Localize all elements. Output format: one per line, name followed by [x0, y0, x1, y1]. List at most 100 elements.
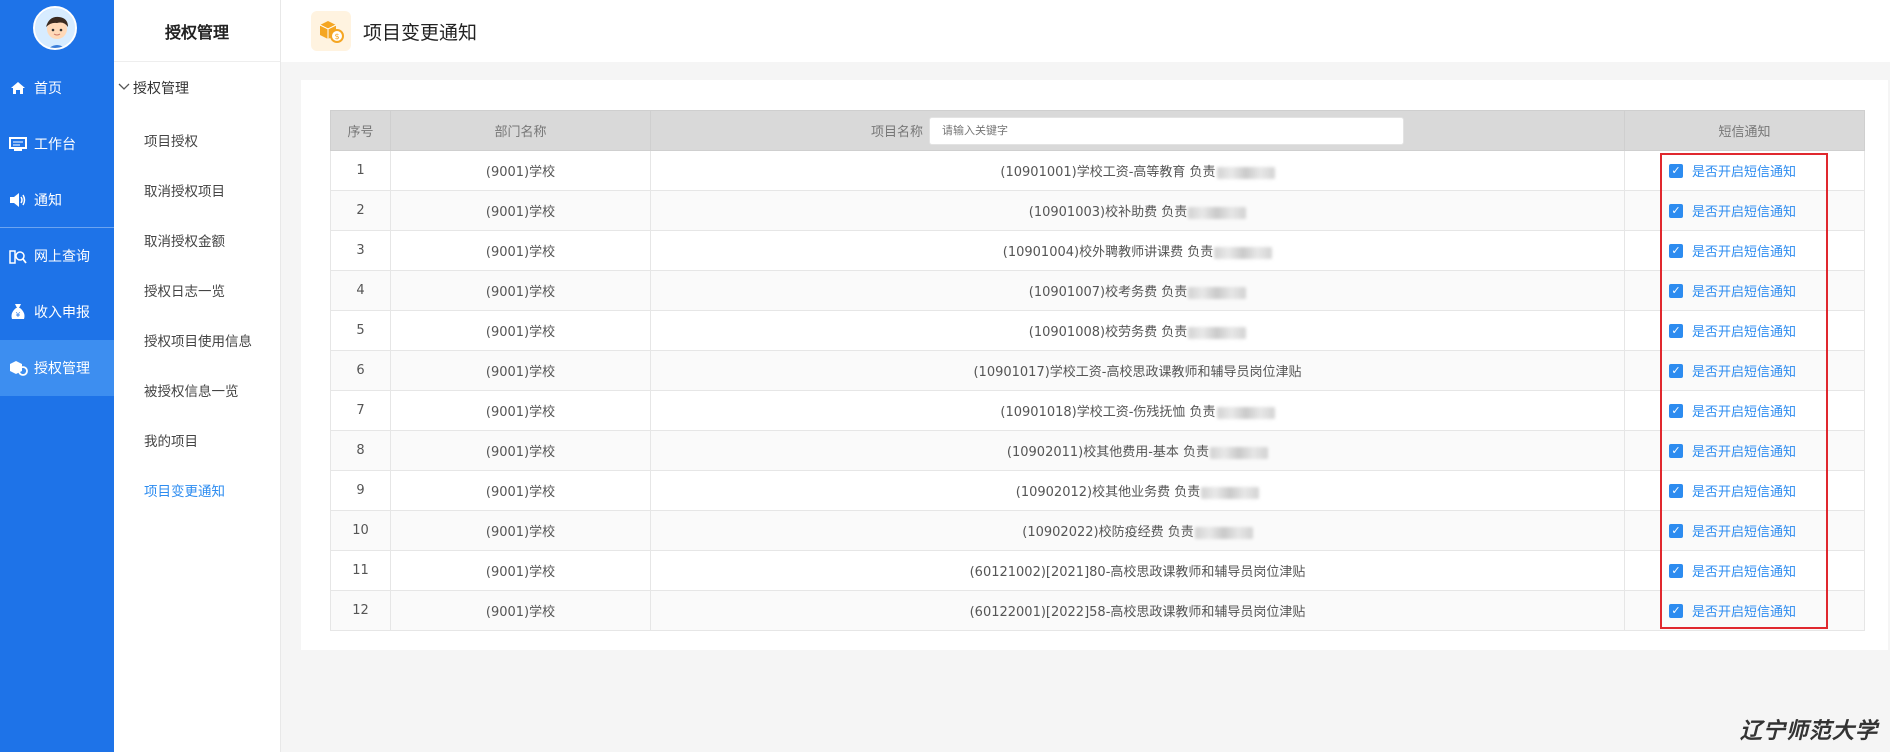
- redacted-name: [1216, 166, 1275, 179]
- redacted-name: [1188, 206, 1247, 219]
- submenu-item-auth-usage[interactable]: 授权项目使用信息: [144, 330, 252, 350]
- table-row: 11 (9001)学校 (60121002)[2021]80-高校思政课教师和辅导员…: [330, 550, 1865, 591]
- table-row: 10 (9001)学校 (10902022)校防疫经费 负责 ✓ 是否开启短信通知: [330, 510, 1865, 551]
- cell-sms: ✓ 是否开启短信通知: [1624, 590, 1865, 631]
- cell-index: 7: [330, 390, 391, 431]
- nav-item-label: 网上查询: [34, 249, 90, 265]
- col-header-sms: 短信通知: [1624, 110, 1865, 151]
- cell-dept: (9001)学校: [390, 550, 651, 591]
- cell-project: (10901003)校补助费 负责: [650, 190, 1625, 231]
- sms-checkbox[interactable]: ✓: [1669, 603, 1683, 618]
- sms-checkbox[interactable]: ✓: [1669, 163, 1683, 178]
- redacted-name: [1214, 246, 1273, 259]
- table-row: 12 (9001)学校 (60122001)[2022]58-高校思政课教师和辅导员…: [330, 590, 1865, 631]
- nav-item-query[interactable]: 网上查询: [0, 228, 114, 284]
- project-name: (10901008)校劳务费 负责: [1028, 325, 1188, 340]
- cell-project: (60122001)[2022]58-高校思政课教师和辅导员岗位津贴: [650, 590, 1625, 631]
- cell-dept: (9001)学校: [390, 350, 651, 391]
- cell-sms: ✓ 是否开启短信通知: [1624, 550, 1865, 591]
- submenu-item-auth-log[interactable]: 授权日志一览: [144, 280, 225, 300]
- cell-project: (10902022)校防疫经费 负责: [650, 510, 1625, 551]
- project-name: (10901001)学校工资-高等教育 负责: [1000, 165, 1216, 180]
- table-row: 7 (9001)学校 (10901018)学校工资-伤残抚恤 负责 ✓ 是否开启短信通知: [330, 390, 1865, 431]
- sms-checkbox[interactable]: ✓: [1669, 243, 1683, 258]
- redacted-name: [1188, 326, 1247, 339]
- cell-sms: ✓ 是否开启短信通知: [1624, 430, 1865, 471]
- cell-sms: ✓ 是否开启短信通知: [1624, 270, 1865, 311]
- submenu-item-authorized-info[interactable]: 被授权信息一览: [144, 380, 239, 400]
- project-name: (60121002)[2021]80-高校思政课教师和辅导员岗位津贴: [969, 565, 1306, 580]
- sms-checkbox-label[interactable]: 是否开启短信通知: [1692, 361, 1796, 380]
- sms-checkbox-label[interactable]: 是否开启短信通知: [1692, 561, 1796, 580]
- sms-checkbox[interactable]: ✓: [1669, 443, 1683, 458]
- nav-item-label: 首页: [34, 81, 62, 97]
- sms-checkbox[interactable]: ✓: [1669, 563, 1683, 578]
- sms-checkbox[interactable]: ✓: [1669, 483, 1683, 498]
- sms-checkbox-label[interactable]: 是否开启短信通知: [1692, 601, 1796, 620]
- watermark-logo-text: 辽宁师范大学: [1740, 719, 1879, 744]
- sms-checkbox[interactable]: ✓: [1669, 363, 1683, 378]
- submenu-group-header[interactable]: 授权管理: [118, 78, 189, 98]
- nav-item-workbench[interactable]: 工作台: [0, 116, 114, 172]
- cell-index: 3: [330, 230, 391, 271]
- sms-checkbox[interactable]: ✓: [1669, 403, 1683, 418]
- cell-index: 9: [330, 470, 391, 511]
- cell-project: (10901017)学校工资-高校思政课教师和辅导员岗位津贴: [650, 350, 1625, 391]
- user-avatar[interactable]: [33, 6, 77, 50]
- sms-checkbox-label[interactable]: 是否开启短信通知: [1692, 401, 1796, 420]
- query-icon: [8, 246, 28, 266]
- cell-dept: (9001)学校: [390, 310, 651, 351]
- cell-sms: ✓ 是否开启短信通知: [1624, 230, 1865, 271]
- sms-checkbox-label[interactable]: 是否开启短信通知: [1692, 241, 1796, 260]
- sms-checkbox-label[interactable]: 是否开启短信通知: [1692, 201, 1796, 220]
- sms-checkbox-label[interactable]: 是否开启短信通知: [1692, 161, 1796, 180]
- cell-sms: ✓ 是否开启短信通知: [1624, 470, 1865, 511]
- cell-sms: ✓ 是否开启短信通知: [1624, 150, 1865, 191]
- nav-item-home[interactable]: 首页: [0, 60, 114, 116]
- cell-project: (10901018)学校工资-伤残抚恤 负责: [650, 390, 1625, 431]
- sms-checkbox[interactable]: ✓: [1669, 283, 1683, 298]
- project-name: (10901018)学校工资-伤残抚恤 负责: [1000, 405, 1216, 420]
- submenu-item-cancel-auth-amount[interactable]: 取消授权金额: [144, 230, 225, 250]
- nav-item-auth[interactable]: 授权管理: [0, 340, 114, 396]
- project-name: (10901004)校外聘教师讲课费 负责: [1002, 245, 1214, 260]
- cubes-icon: [8, 358, 28, 378]
- cell-dept: (9001)学校: [390, 150, 651, 191]
- submenu-item-cancel-auth-project[interactable]: 取消授权项目: [144, 180, 225, 200]
- table-row: 6 (9001)学校 (10901017)学校工资-高校思政课教师和辅导员岗位津贴 ✓…: [330, 350, 1865, 391]
- sms-checkbox[interactable]: ✓: [1669, 323, 1683, 338]
- submenu-item-my-projects[interactable]: 我的项目: [144, 430, 198, 450]
- sms-checkbox[interactable]: ✓: [1669, 523, 1683, 538]
- table-row: 1 (9001)学校 (10901001)学校工资-高等教育 负责 ✓ 是否开启短信通知: [330, 150, 1865, 191]
- col-header-dept: 部门名称: [390, 110, 651, 151]
- cell-dept: (9001)学校: [390, 390, 651, 431]
- project-name: (10902022)校防疫经费 负责: [1022, 525, 1194, 540]
- nav-item-label: 收入申报: [34, 305, 90, 321]
- sms-checkbox-label[interactable]: 是否开启短信通知: [1692, 481, 1796, 500]
- table-row: 5 (9001)学校 (10901008)校劳务费 负责 ✓ 是否开启短信通知: [330, 310, 1865, 351]
- nav-item-notify[interactable]: 通知: [0, 172, 114, 228]
- cell-index: 5: [330, 310, 391, 351]
- cell-index: 8: [330, 430, 391, 471]
- main-nav: 首页 工作台 通知 网上查询 ¥ 收入申报 授权管理: [0, 0, 114, 752]
- redacted-name: [1216, 406, 1275, 419]
- sms-checkbox[interactable]: ✓: [1669, 203, 1683, 218]
- sms-checkbox-label[interactable]: 是否开启短信通知: [1692, 441, 1796, 460]
- submenu-item-project-change-notify[interactable]: 项目变更通知: [144, 480, 225, 500]
- svg-text:¥: ¥: [16, 311, 21, 319]
- project-search-input[interactable]: [929, 116, 1404, 145]
- cell-sms: ✓ 是否开启短信通知: [1624, 390, 1865, 431]
- svg-text:$: $: [334, 32, 339, 41]
- submenu-item-project-auth[interactable]: 项目授权: [144, 130, 198, 150]
- money-bag-icon: ¥: [8, 302, 28, 322]
- nav-item-label: 授权管理: [34, 361, 90, 377]
- sms-checkbox-label[interactable]: 是否开启短信通知: [1692, 321, 1796, 340]
- sms-checkbox-label[interactable]: 是否开启短信通知: [1692, 521, 1796, 540]
- redacted-name: [1188, 286, 1247, 299]
- cell-index: 2: [330, 190, 391, 231]
- cell-sms: ✓ 是否开启短信通知: [1624, 510, 1865, 551]
- cell-index: 12: [330, 590, 391, 631]
- sms-checkbox-label[interactable]: 是否开启短信通知: [1692, 281, 1796, 300]
- chevron-down-icon: [118, 80, 130, 96]
- nav-item-income[interactable]: ¥ 收入申报: [0, 284, 114, 340]
